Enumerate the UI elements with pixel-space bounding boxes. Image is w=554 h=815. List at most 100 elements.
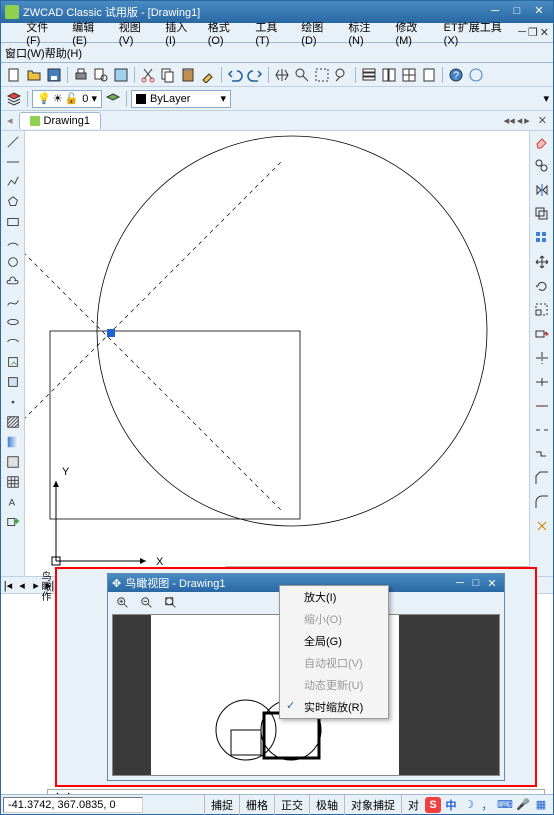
menu-ettools[interactable]: ET扩展工具(X) [438,17,518,49]
open-icon[interactable] [25,66,43,84]
redo-icon[interactable] [246,66,264,84]
tab-nav-close-icon[interactable]: ✕ [538,114,547,127]
print-icon[interactable] [72,66,90,84]
menu-dimension[interactable]: 标注(N) [342,17,389,49]
about-icon[interactable] [467,66,485,84]
ctx-autoview[interactable]: 自动视口(V) [280,652,388,674]
earc-icon[interactable] [4,333,22,351]
break-pt-icon[interactable] [533,397,551,415]
cut-icon[interactable] [139,66,157,84]
rotate-icon[interactable] [533,277,551,295]
trim-icon[interactable] [533,349,551,367]
menu-help[interactable]: 帮助(H) [45,45,82,61]
undo-icon[interactable] [226,66,244,84]
zoom-win-icon[interactable] [313,66,331,84]
new-icon[interactable] [5,66,23,84]
stretch-icon[interactable] [533,325,551,343]
layout-nav-prev-icon[interactable]: ◂ [15,579,29,592]
zoom-prev-icon[interactable] [333,66,351,84]
ctx-zoomin[interactable]: 放大(I) [280,586,388,608]
aerial-close-button[interactable]: ✕ [484,577,500,590]
aerial-zoomout-icon[interactable] [138,594,156,612]
ime-mic-icon[interactable]: 🎤 [515,797,531,813]
ime-sogou-icon[interactable]: S [425,797,441,813]
erase-icon[interactable] [533,133,551,151]
help-icon[interactable]: ? [447,66,465,84]
hatch-icon[interactable] [4,413,22,431]
drawing-canvas[interactable]: X Y [25,131,529,576]
tab-scroll-left-icon[interactable]: ◂ [7,114,13,127]
cline-icon[interactable] [4,153,22,171]
bylayer-combo[interactable]: ByLayer ▾ [131,90,231,108]
design-center-icon[interactable] [380,66,398,84]
ellipse-icon[interactable] [4,313,22,331]
status-osnap[interactable]: 对象捕捉 [344,795,401,815]
fillet-icon[interactable] [533,493,551,511]
chamfer-icon[interactable] [533,469,551,487]
ime-settings-icon[interactable]: ▦ [533,797,549,813]
aerial-zoomin-icon[interactable] [114,594,132,612]
status-grid[interactable]: 栅格 [239,795,274,815]
line-icon[interactable] [4,133,22,151]
doc-restore-button[interactable]: ❐ [528,26,538,39]
move-icon[interactable] [533,253,551,271]
paste-icon[interactable] [179,66,197,84]
aerial-min-button[interactable]: ─ [452,577,468,589]
rect-icon[interactable] [4,213,22,231]
status-otrack[interactable]: 对 [401,795,425,815]
pline-icon[interactable] [4,173,22,191]
mirror-icon[interactable] [533,181,551,199]
tool-pal-icon[interactable] [400,66,418,84]
offset-icon[interactable] [533,205,551,223]
array-icon[interactable] [533,229,551,247]
match-icon[interactable] [199,66,217,84]
ime-cn-icon[interactable]: 中 [443,797,459,813]
calc-icon[interactable] [420,66,438,84]
tab-nav-first-icon[interactable]: ◂◂ [504,114,515,127]
save-icon[interactable] [45,66,63,84]
aerial-max-button[interactable]: □ [468,577,484,589]
ime-punct-icon[interactable]: ， [479,797,495,813]
status-snap[interactable]: 捕捉 [204,795,239,815]
point-icon[interactable] [4,393,22,411]
arc-icon[interactable] [4,233,22,251]
explode-icon[interactable] [533,517,551,535]
menu-format[interactable]: 格式(O) [202,17,250,49]
publish-icon[interactable] [112,66,130,84]
copy-obj-icon[interactable] [533,157,551,175]
ime-softkb-icon[interactable]: ⌨ [497,797,513,813]
extend-icon[interactable] [533,373,551,391]
layer-manager-icon[interactable] [5,90,23,108]
ime-moon-icon[interactable]: ☽ [461,797,477,813]
circle-icon[interactable] [4,253,22,271]
doc-minimize-button[interactable]: ─ [518,26,526,39]
gradient-icon[interactable] [4,433,22,451]
break-icon[interactable] [533,421,551,439]
layer-prev-icon[interactable] [104,90,122,108]
ctx-dynupdate[interactable]: 动态更新(U) [280,674,388,696]
ctx-rtzoom[interactable]: ✓实时缩放(R) [280,696,388,718]
table-icon[interactable] [4,473,22,491]
text-icon[interactable]: A [4,493,22,511]
ctx-global[interactable]: 全局(G) [280,630,388,652]
doc-close-button[interactable]: ✕ [540,26,549,39]
pan-icon[interactable] [273,66,291,84]
add-object-icon[interactable] [4,513,22,531]
props-icon[interactable] [360,66,378,84]
aerial-global-icon[interactable] [162,594,180,612]
spline-icon[interactable] [4,293,22,311]
layer-state-combo[interactable]: 💡☀🔓0▾ [32,90,102,108]
make-block-icon[interactable] [4,373,22,391]
ctx-zoomout[interactable]: 缩小(O) [280,608,388,630]
tab-nav-prev-icon[interactable]: ◂ [517,114,523,127]
region-icon[interactable] [4,453,22,471]
zoom-rt-icon[interactable] [293,66,311,84]
polygon-icon[interactable] [4,193,22,211]
menu-window[interactable]: 窗口(W) [5,45,45,61]
menu-modify[interactable]: 修改(M) [389,17,437,49]
status-polar[interactable]: 极轴 [309,795,344,815]
scale-icon[interactable] [533,301,551,319]
preview-icon[interactable] [92,66,110,84]
doc-tab-drawing1[interactable]: Drawing1 [19,112,101,129]
menu-tools[interactable]: 工具(T) [249,17,295,49]
